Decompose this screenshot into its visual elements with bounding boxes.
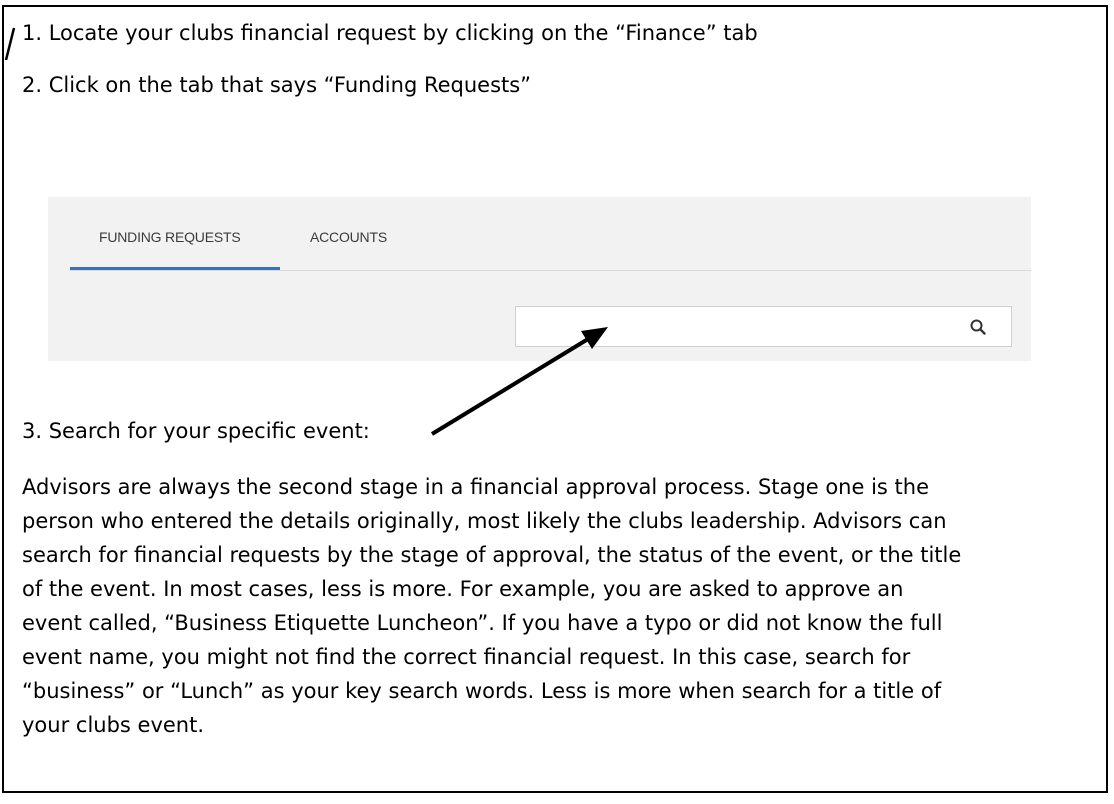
search-input[interactable] [515,306,1012,347]
embedded-screenshot: FUNDING REQUESTS ACCOUNTS [48,197,1031,361]
tab-accounts[interactable]: ACCOUNTS [310,229,387,245]
paragraph-line: your clubs event. [22,713,205,737]
advisor-paragraph: Advisors are always the second stage in … [22,470,1102,742]
paragraph-line: search for financial requests by the sta… [22,543,962,567]
step-3-text: 3. Search for your specific event: [22,419,370,443]
step-2-text: 2. Click on the tab that says “Funding R… [22,73,532,97]
paragraph-line: “business” or “Lunch” as your key search… [22,679,942,703]
step-1-text: 1. Locate your clubs financial request b… [22,21,758,45]
paragraph-line: event name, you might not find the corre… [22,645,911,669]
paragraph-line: event called, “Business Etiquette Lunche… [22,611,943,635]
corner-pen-mark [4,27,16,60]
paragraph-line: Advisors are always the second stage in … [22,475,929,499]
tab-funding-requests[interactable]: FUNDING REQUESTS [99,229,241,245]
tab-divider [70,270,1031,271]
paragraph-line: person who entered the details originall… [22,509,947,533]
search-icon[interactable] [969,318,987,336]
paragraph-line: of the event. In most cases, less is mor… [22,577,904,601]
